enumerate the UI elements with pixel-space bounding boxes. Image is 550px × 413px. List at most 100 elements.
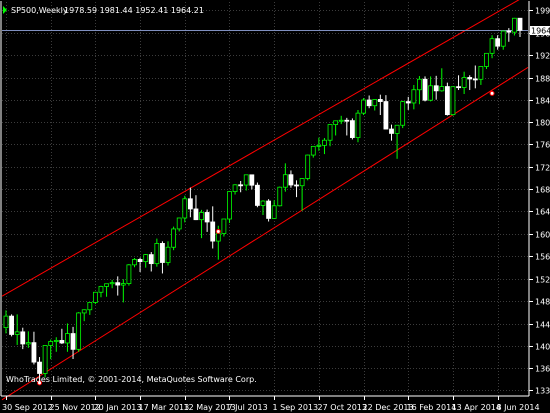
candle-body xyxy=(294,184,299,187)
anchor-point xyxy=(489,90,495,96)
time-tick-label: 17 Mar 2013 xyxy=(139,403,190,412)
candle-body xyxy=(517,17,523,31)
candle-body xyxy=(109,282,115,285)
candle xyxy=(349,118,355,140)
candle-body xyxy=(299,178,305,187)
time-tick-label: 8 Jun 2014 xyxy=(497,403,540,412)
price-tick-label: 1526.90 xyxy=(535,276,550,285)
candle-body xyxy=(243,174,249,186)
time-tick-label: 30 Sep 2012 xyxy=(2,403,53,412)
candle-body xyxy=(249,174,255,186)
candle-body xyxy=(288,174,294,186)
candle-body xyxy=(506,30,512,33)
price-tick-label: 1447.60 xyxy=(535,321,550,330)
candle-body xyxy=(204,212,210,223)
candle-body xyxy=(210,221,216,242)
candle-body xyxy=(98,286,104,293)
candle-body xyxy=(361,99,366,114)
price-tick-label: 1645.35 xyxy=(535,208,550,217)
candle-body xyxy=(53,340,59,342)
price-tick-label: 1487.80 xyxy=(535,298,550,307)
candle-body xyxy=(14,331,20,335)
candlestick-chart: 1999.551960.251921.151881.051842.001802.… xyxy=(0,0,550,413)
candle-body xyxy=(383,101,389,130)
candle-body xyxy=(489,38,495,54)
candle-body xyxy=(215,233,221,242)
candle-body xyxy=(338,119,344,122)
price-tick-label: 1684.45 xyxy=(535,186,550,195)
candle xyxy=(266,199,271,222)
candle-body xyxy=(366,99,372,107)
candle-body xyxy=(444,86,450,116)
candle-body xyxy=(120,283,126,286)
candle-body xyxy=(512,17,517,33)
candle-body xyxy=(372,99,378,107)
time-tick-label: 27 Oct 2013 xyxy=(318,403,367,412)
candle-body xyxy=(76,312,82,350)
price-tick-label: 1408.45 xyxy=(535,343,550,352)
candle-body xyxy=(104,283,109,287)
candle-body xyxy=(400,101,406,126)
candle-body xyxy=(59,340,65,344)
candle xyxy=(182,195,188,223)
candle-body xyxy=(422,78,428,101)
time-tick-label: 1 Sep 2013 xyxy=(273,403,319,412)
candle-body xyxy=(42,345,48,374)
candle xyxy=(221,218,227,237)
candle-body xyxy=(92,291,98,303)
price-tick-label: 1921.15 xyxy=(535,52,550,61)
candle-body xyxy=(333,120,339,125)
candle xyxy=(76,312,82,352)
candle-body xyxy=(115,282,121,286)
candle-body xyxy=(456,86,461,89)
candle-body xyxy=(428,85,434,101)
time-tick-label: 13 Apr 2014 xyxy=(452,403,501,412)
current-price-label: 1964.21 xyxy=(531,27,550,36)
candle-body xyxy=(478,66,484,80)
candle xyxy=(227,191,232,223)
candle xyxy=(255,182,260,208)
price-tick-label: 1802.95 xyxy=(535,119,550,128)
chart-header: SP500,Weekly 1978.59 1981.44 1952.41 196… xyxy=(3,6,204,15)
candle-body xyxy=(271,205,277,219)
candle-body xyxy=(176,217,182,230)
candle xyxy=(42,345,48,378)
candle-body xyxy=(31,342,37,363)
candle-body xyxy=(310,145,316,156)
price-tick-label: 1369.35 xyxy=(535,365,550,374)
symbol-label: SP500,Weekly xyxy=(11,6,68,15)
candle xyxy=(444,82,450,116)
candle-body xyxy=(282,174,288,188)
candle-body xyxy=(238,184,244,187)
candle-body xyxy=(182,198,188,219)
candle-body xyxy=(260,200,266,206)
candle-body xyxy=(48,341,54,346)
candle-body xyxy=(349,120,355,138)
candle-body xyxy=(221,218,227,234)
candle-body xyxy=(450,86,456,116)
candle-body xyxy=(322,139,327,146)
candle xyxy=(92,291,98,305)
candle-body xyxy=(37,361,42,374)
candle-body xyxy=(411,89,417,104)
copyright-text: WhoTrades Limited, © 2001-2014, MetaQuot… xyxy=(6,375,257,384)
candle-body xyxy=(377,99,383,102)
candle xyxy=(9,314,14,337)
candle xyxy=(361,98,366,116)
candle xyxy=(126,264,132,286)
candle xyxy=(484,52,489,70)
candle-body xyxy=(495,38,501,47)
price-tick-label: 1566.00 xyxy=(535,253,550,262)
candle-body xyxy=(20,331,26,345)
candle-body xyxy=(305,154,311,179)
candle-body xyxy=(389,128,394,134)
candle xyxy=(277,186,283,207)
candle xyxy=(355,110,361,143)
current-price-tag: 1964.21 xyxy=(530,26,550,36)
candle-body xyxy=(316,144,322,147)
candle-body xyxy=(467,77,473,80)
candle xyxy=(422,76,428,102)
candle-body xyxy=(165,246,171,263)
time-tick-label: 7 Jul 2013 xyxy=(228,403,268,412)
candle-body xyxy=(255,184,260,206)
